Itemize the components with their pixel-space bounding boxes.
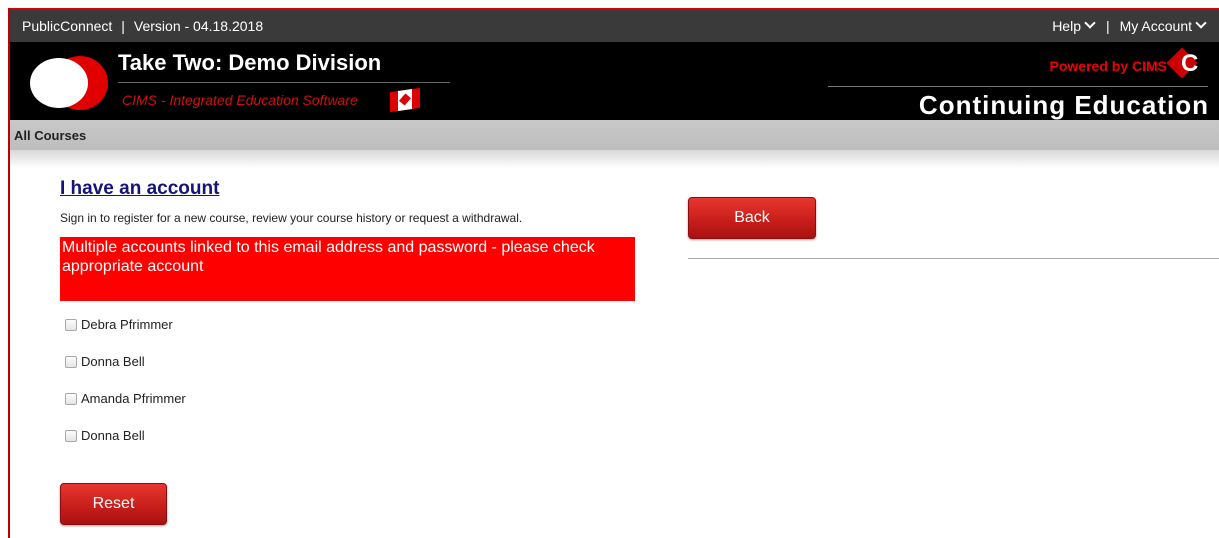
nav-all-courses[interactable]: All Courses xyxy=(14,128,86,143)
division-logo xyxy=(30,56,110,110)
account-heading: I have an account xyxy=(60,178,220,199)
canada-flag-icon xyxy=(390,87,420,113)
powered-by-label: Powered by CIMS xyxy=(1049,58,1167,74)
account-name: Donna Bell xyxy=(81,354,145,369)
page-frame: PublicConnect | Version - 04.18.2018 Hel… xyxy=(10,8,1219,538)
sign-in-intro: Sign in to register for a new course, re… xyxy=(60,211,523,225)
help-menu[interactable]: Help xyxy=(1052,17,1096,34)
account-checkbox[interactable] xyxy=(65,429,77,442)
account-option[interactable]: Amanda Pfrimmer xyxy=(65,391,186,406)
account-checkbox[interactable] xyxy=(65,355,77,368)
app-name: PublicConnect xyxy=(22,18,113,34)
reset-button[interactable]: Reset xyxy=(60,483,167,525)
my-account-menu[interactable]: My Account xyxy=(1119,17,1207,34)
nav-shadow xyxy=(10,150,1219,168)
account-option[interactable]: Donna Bell xyxy=(65,428,145,443)
topbar-menus: Help | My Account xyxy=(1052,17,1207,34)
header-banner: Take Two: Demo Division CIMS - Integrate… xyxy=(10,42,1219,120)
version-label: Version - 04.18.2018 xyxy=(133,18,264,34)
top-bar: PublicConnect | Version - 04.18.2018 Hel… xyxy=(10,8,1219,42)
account-name: Amanda Pfrimmer xyxy=(81,391,186,406)
chevron-down-icon xyxy=(1195,17,1207,29)
account-checkbox[interactable] xyxy=(65,392,77,405)
account-option[interactable]: Donna Bell xyxy=(65,354,145,369)
division-title: Take Two: Demo Division xyxy=(118,50,382,75)
account-name: Debra Pfrimmer xyxy=(81,317,173,332)
back-button[interactable]: Back xyxy=(688,197,816,239)
software-subtitle: CIMS - Integrated Education Software xyxy=(122,92,358,108)
help-label: Help xyxy=(1052,18,1081,34)
multiple-accounts-alert: Multiple accounts linked to this email a… xyxy=(60,237,635,301)
banner-divider xyxy=(828,86,1208,87)
separator: | xyxy=(1105,18,1110,34)
account-name: Donna Bell xyxy=(81,428,145,443)
cims-logo-icon: C xyxy=(1166,47,1207,79)
my-account-label: My Account xyxy=(1119,18,1192,34)
continuing-education-title: Continuing Education xyxy=(918,90,1209,120)
chevron-down-icon xyxy=(1084,17,1096,29)
account-option[interactable]: Debra Pfrimmer xyxy=(65,317,173,332)
nav-bar: All Courses xyxy=(10,120,1219,150)
section-divider xyxy=(688,258,1219,259)
account-checkbox[interactable] xyxy=(65,318,77,331)
separator: | xyxy=(121,18,125,34)
title-divider xyxy=(118,82,450,83)
